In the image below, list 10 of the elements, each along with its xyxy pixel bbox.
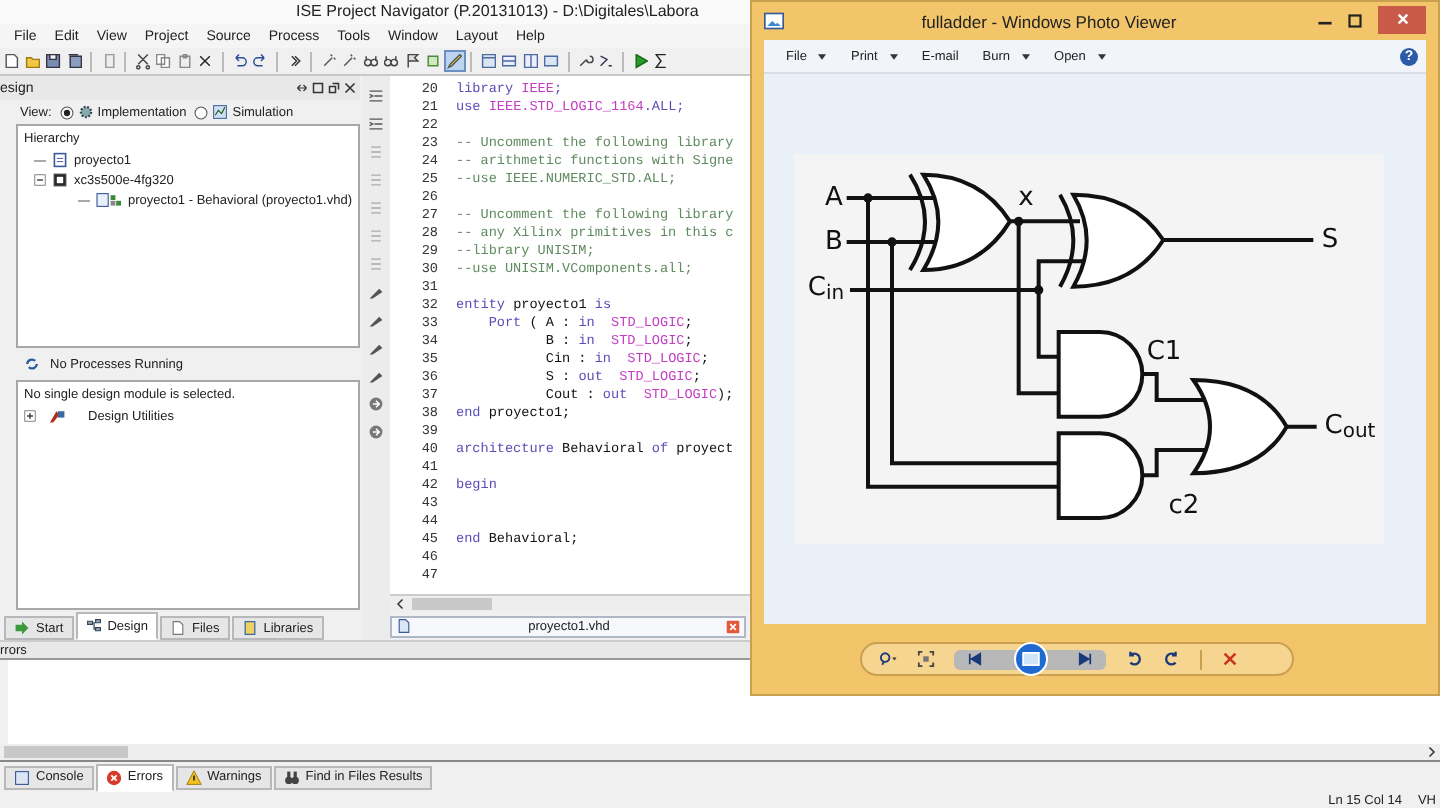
diagram-label: c2	[1168, 493, 1200, 519]
diagram-label: C$_{out}$	[1324, 413, 1376, 443]
diagram-label: S	[1321, 227, 1339, 253]
window-title: ISE Project Navigator (P.20131013) - D:\Digitales\Labora	[296, 2, 699, 20]
diagram-label: x	[1018, 185, 1034, 211]
window-title: fulladder - Windows Photo Viewer	[919, 11, 1179, 31]
diagram-label: C$_{in}$	[807, 275, 845, 305]
diagram-label: B	[825, 229, 843, 255]
diagram-label: C1	[1146, 339, 1182, 365]
diagram-label: A	[825, 185, 843, 211]
